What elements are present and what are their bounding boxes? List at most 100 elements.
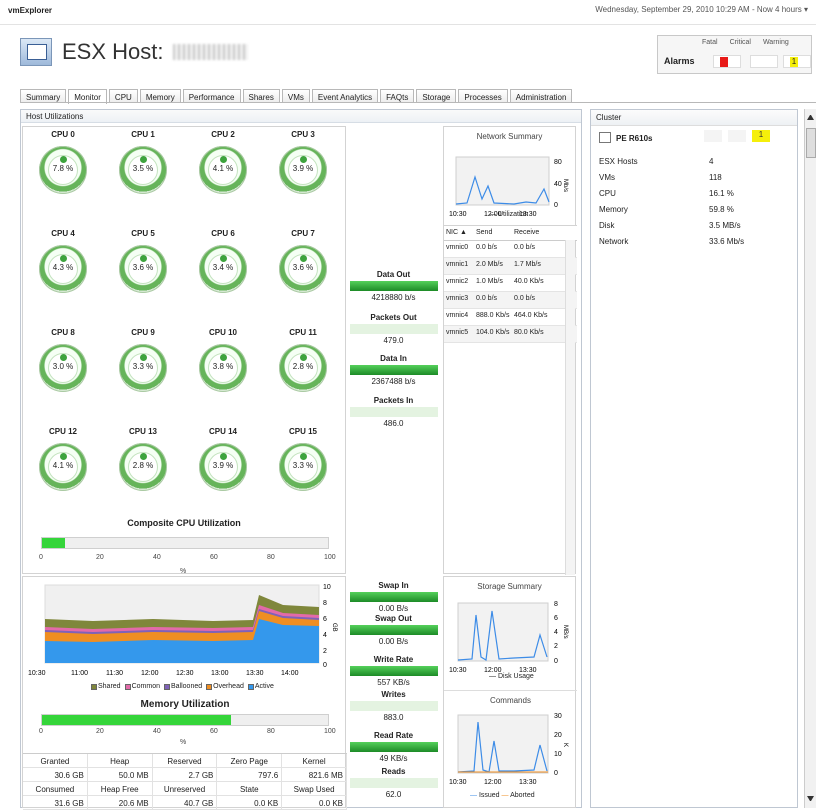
cluster-row-label: ESX Hosts [599, 156, 638, 166]
cluster-row: Memory 59.8 % [599, 201, 789, 217]
nic-table-scrollbar[interactable] [565, 240, 575, 575]
memory-stats-header-2: Consumed Heap Free Unreserved State Swap Use… [23, 782, 347, 796]
nic-table-row[interactable]: vmnic0 0.0 b/s 0.0 b/s [444, 241, 577, 258]
fatal-alarm-cell[interactable] [713, 55, 741, 68]
nic-name-cell: vmnic1 [446, 261, 469, 268]
memory-stats-values-1: 30.6 GB 50.0 MB 2.7 GB 797.6 821.6 MB [23, 768, 347, 782]
alarm-summary[interactable]: Fatal Critical Warning Alarms 1 [657, 35, 812, 74]
cpu-2-gauge[interactable]: 4.1 % [199, 146, 247, 194]
tab-summary[interactable]: Summary [20, 89, 67, 103]
tab-shares[interactable]: Shares [242, 89, 280, 103]
scroll-down-icon[interactable] [807, 796, 814, 803]
cluster-fatal-alarm[interactable] [704, 130, 722, 142]
receive-cell: 80.0 Kb/s [514, 329, 544, 336]
nic-table-row[interactable]: vmnic2 1.0 Mb/s 40.0 Kb/s [444, 275, 577, 292]
tab-storage[interactable]: Storage [416, 89, 457, 103]
nic-table-row[interactable]: vmnic4 888.0 Kb/s 464.0 Kb/s [444, 309, 577, 326]
network-unit-label: Mb/s [562, 179, 568, 192]
cluster-row-label: Network [599, 236, 629, 246]
page-title: ESX Host: [62, 39, 164, 64]
storage-summary-title: Storage Summary [477, 582, 542, 591]
cluster-warning-alarm[interactable]: 1 [752, 130, 770, 142]
memory-y-tick-6: 6 [323, 616, 327, 623]
nic-name-cell: vmnic2 [446, 278, 469, 285]
cpu-2-label: CPU 2 [211, 130, 235, 139]
composite-tick-40: 40 [153, 554, 161, 561]
nic-name-cell: vmnic3 [446, 295, 469, 302]
cpu-13-gauge[interactable]: 2.8 % [119, 443, 167, 491]
nic-name-cell: vmnic5 [446, 329, 469, 336]
cpu-8-gauge[interactable]: 3.0 % [39, 344, 87, 392]
cpu-7-label: CPU 7 [291, 229, 315, 238]
write-rate-sparkline [349, 666, 438, 676]
scroll-up-icon[interactable] [807, 113, 814, 120]
read-rate-sparkline [349, 742, 438, 752]
time-range-selector[interactable]: Wednesday, September 29, 2010 10:29 AM -… [595, 5, 808, 14]
scrollbar-thumb[interactable] [806, 128, 816, 158]
cluster-name[interactable]: PE R610s [616, 134, 652, 143]
cpu-12-gauge[interactable]: 4.1 % [39, 443, 87, 491]
host-icon [20, 38, 52, 66]
cluster-critical-alarm[interactable] [728, 130, 746, 142]
memory-stats-header-1: Granted Heap Reserved Zero Page Kernel [23, 754, 347, 768]
receive-column-header[interactable]: Receive [512, 226, 556, 240]
cluster-row-value: 3.5 MB/s [709, 220, 741, 230]
tab-cpu[interactable]: CPU [108, 89, 138, 103]
cluster-row-sparkline [667, 156, 709, 166]
cpu-3-gauge[interactable]: 3.9 % [279, 146, 327, 194]
cpu-11-gauge[interactable]: 2.8 % [279, 344, 327, 392]
check-icon [220, 354, 227, 361]
memory-legend: Shared Common Ballooned Overhead Active [91, 683, 274, 690]
nic-column-header[interactable]: NIC ▲ [444, 226, 474, 240]
critical-alarm-cell[interactable] [750, 55, 778, 68]
cpu-8-label: CPU 8 [51, 328, 75, 337]
tab-administration[interactable]: Administration [509, 89, 573, 103]
cpu-10-value: 3.8 % [212, 362, 234, 371]
cpu-9-gauge[interactable]: 3.3 % [119, 344, 167, 392]
cpu-1-value: 3.5 % [132, 164, 154, 173]
commands-chart: 30 20 10 0 K 10:30 12:00 13:30 [449, 713, 568, 786]
cpu-15-gauge[interactable]: 3.3 % [279, 443, 327, 491]
nic-table-row[interactable]: vmnic3 0.0 b/s 0.0 b/s [444, 292, 577, 309]
cpu-10-gauge[interactable]: 3.8 % [199, 344, 247, 392]
cpu-14-gauge[interactable]: 3.9 % [199, 443, 247, 491]
cluster-row: Disk 3.5 MB/s [599, 217, 789, 233]
cpu-1-gauge[interactable]: 3.5 % [119, 146, 167, 194]
composite-tick-20: 20 [96, 554, 104, 561]
cpu-4-gauge[interactable]: 4.3 % [39, 245, 87, 293]
cpu-0-gauge[interactable]: 7.8 % [39, 146, 87, 194]
page-scrollbar[interactable] [804, 109, 816, 808]
tab-performance[interactable]: Performance [182, 89, 241, 103]
nic-table-row[interactable]: vmnic1 2.0 Mb/s 1.7 Mb/s [444, 258, 577, 275]
tab-memory[interactable]: Memory [139, 89, 181, 103]
swap-in-sparkline [349, 592, 438, 602]
nic-table-row[interactable]: vmnic5 104.0 Kb/s 80.0 Kb/s [444, 326, 577, 343]
memory-y-tick-2: 2 [323, 648, 327, 655]
tab-processes[interactable]: Processes [458, 89, 508, 103]
memory-utilization-fill [42, 715, 231, 725]
nic-table-header: NIC ▲ Send Receive [444, 226, 577, 241]
cluster-row-label: CPU [599, 188, 616, 198]
data-out-metric: Data Out 4218880 b/s [346, 270, 441, 302]
warning-alarm-count: 1 [790, 57, 798, 67]
memory-tick-20: 20 [96, 728, 104, 735]
tab-vms[interactable]: VMs [281, 89, 310, 103]
tab-event-analytics[interactable]: Event Analytics [311, 89, 379, 103]
tab-faqts[interactable]: FAQts [380, 89, 415, 103]
app-title: vmExplorer [8, 6, 53, 15]
cpu-5-gauge[interactable]: 3.6 % [119, 245, 167, 293]
storage-summary-panel: Storage Summary 8 6 4 2 0 MB/s 10:30 12:… [443, 576, 577, 808]
storage-y-tick-2: 2 [554, 643, 558, 650]
warning-alarm-cell[interactable]: 1 [783, 55, 811, 68]
cpu-6-gauge[interactable]: 3.4 % [199, 245, 247, 293]
commands-x-tick-1030: 10:30 [449, 779, 467, 786]
send-column-header[interactable]: Send [474, 226, 512, 240]
cpu-9-value: 3.3 % [132, 362, 154, 371]
time-range-label[interactable]: Wednesday, September 29, 2010 10:29 AM -… [595, 5, 802, 14]
cpu-7-gauge[interactable]: 3.6 % [279, 245, 327, 293]
memory-y-tick-0: 0 [323, 662, 327, 669]
metric-column: Data Out 4218880 b/s Packets Out 479.0 Dat… [346, 126, 441, 808]
check-icon [60, 255, 67, 262]
memory-utilization-title: Memory Utilization [140, 699, 230, 710]
chevron-down-icon[interactable]: ▾ [804, 5, 808, 14]
